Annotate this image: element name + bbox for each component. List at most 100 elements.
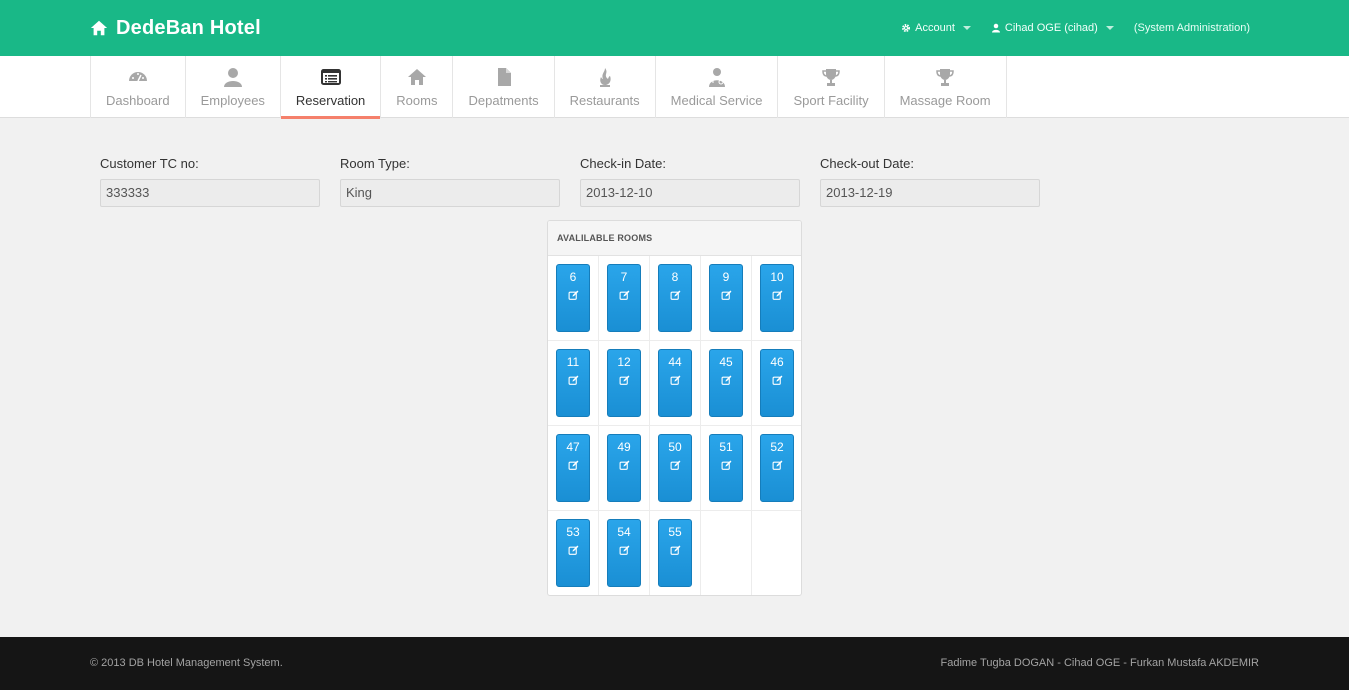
room-number: 55: [668, 525, 682, 539]
room-number: 9: [722, 270, 730, 284]
tab-label: Sport Facility: [793, 92, 869, 108]
edit-icon: [619, 290, 629, 300]
room-number: 52: [770, 440, 784, 454]
room-cell: 47: [548, 426, 599, 511]
edit-icon: [568, 375, 578, 385]
edit-icon: [619, 460, 629, 470]
edit-icon: [568, 290, 578, 300]
tab-rooms[interactable]: Rooms: [380, 56, 452, 118]
room-button[interactable]: 45: [709, 349, 743, 417]
main-menu: Dashboard Employees Reservation Rooms De…: [0, 56, 1349, 119]
room-cell: 9: [701, 256, 752, 341]
tab-label: Massage Room: [899, 92, 991, 108]
room-cell: [701, 511, 752, 595]
room-cell: 46: [752, 341, 801, 426]
edit-icon: [568, 545, 578, 555]
room-button[interactable]: 54: [607, 519, 641, 587]
account-menu[interactable]: Account: [901, 22, 971, 34]
room-button[interactable]: 12: [607, 349, 641, 417]
gear-icon: [902, 24, 911, 32]
check-out-label: Check-out Date:: [820, 156, 914, 171]
room-button[interactable]: 6: [556, 264, 590, 332]
list-icon: [320, 68, 341, 85]
room-number: 49: [617, 440, 631, 454]
customer-tc-input[interactable]: 333333: [100, 179, 320, 207]
check-in-field: Check-in Date: 2013-12-10: [580, 156, 800, 207]
customer-tc-field: Customer TC no: 333333: [100, 156, 320, 207]
home-icon: [407, 68, 426, 85]
room-button[interactable]: 9: [709, 264, 743, 332]
room-cell: 44: [650, 341, 701, 426]
room-number: 53: [566, 525, 580, 539]
user-name: Cihad OGE (cihad): [1004, 22, 1098, 34]
check-out-input[interactable]: 2013-12-19: [820, 179, 1040, 207]
room-button[interactable]: 52: [760, 434, 794, 502]
room-button[interactable]: 50: [658, 434, 692, 502]
room-type-input[interactable]: King: [340, 179, 560, 207]
room-button[interactable]: 49: [607, 434, 641, 502]
room-button[interactable]: 46: [760, 349, 794, 417]
top-navbar: DedeBan Hotel Account Cihad OGE (cihad) …: [0, 0, 1349, 56]
room-cell: [752, 511, 801, 595]
fire-icon: [599, 67, 611, 87]
room-grid: 6 7 8 9 10 11 12 44 45 46 47 49 50 51 52 53 54 55: [548, 256, 801, 595]
edit-icon: [670, 375, 680, 385]
copyright-text: © 2013 DB Hotel Management System.: [90, 657, 283, 669]
tab-employees[interactable]: Employees: [184, 56, 280, 118]
room-button[interactable]: 44: [658, 349, 692, 417]
room-number: 11: [566, 355, 580, 369]
room-cell: 45: [701, 341, 752, 426]
trophy-icon: [822, 68, 840, 86]
room-button[interactable]: 11: [556, 349, 590, 417]
room-cell: 52: [752, 426, 801, 511]
room-button[interactable]: 7: [607, 264, 641, 332]
trophy-icon: [936, 68, 954, 86]
edit-icon: [670, 545, 680, 555]
tab-reservation[interactable]: Reservation: [279, 56, 381, 119]
room-button[interactable]: 51: [709, 434, 743, 502]
room-button[interactable]: 10: [760, 264, 794, 332]
home-icon: [90, 20, 108, 36]
room-number: 44: [668, 355, 682, 369]
user-icon: [223, 67, 242, 87]
room-button[interactable]: 47: [556, 434, 590, 502]
room-button[interactable]: 53: [556, 519, 590, 587]
available-rooms-panel: AVALILABLE ROOMS 6 7 8 9 10 11 12 44 45 46 47 49 50 5…: [547, 220, 802, 596]
room-cell: 53: [548, 511, 599, 595]
file-icon: [497, 67, 511, 86]
room-cell: 55: [650, 511, 701, 595]
tab-label: Restaurants: [569, 92, 640, 108]
room-button[interactable]: 55: [658, 519, 692, 587]
room-cell: 49: [599, 426, 650, 511]
authors-text: Fadime Tugba DOGAN - Cihad OGE - Furkan …: [940, 657, 1260, 669]
brand-link[interactable]: DedeBan Hotel: [90, 16, 261, 40]
edit-icon: [670, 290, 680, 300]
room-type-label: Room Type:: [340, 156, 410, 171]
room-cell: 50: [650, 426, 701, 511]
edit-icon: [568, 460, 578, 470]
tab-massage-room[interactable]: Massage Room: [883, 56, 1007, 118]
tab-medical-service[interactable]: Medical Service: [654, 56, 778, 118]
room-number: 6: [569, 270, 577, 284]
user-menu[interactable]: Cihad OGE (cihad): [991, 22, 1114, 34]
role-label: (System Administration): [1133, 22, 1250, 34]
tab-departments[interactable]: Depatments: [452, 56, 553, 118]
doctor-icon: [708, 67, 725, 87]
edit-icon: [721, 290, 731, 300]
room-cell: 6: [548, 256, 599, 341]
panel-title: AVALILABLE ROOMS: [548, 221, 801, 256]
user-icon: [991, 23, 1000, 33]
tab-list: Dashboard Employees Reservation Rooms De…: [90, 56, 1007, 119]
app-title: DedeBan Hotel: [116, 16, 261, 39]
tab-label: Medical Service: [670, 92, 763, 108]
tab-dashboard[interactable]: Dashboard: [90, 56, 185, 118]
tab-sport-facility[interactable]: Sport Facility: [777, 56, 883, 118]
edit-icon: [772, 460, 782, 470]
room-number: 50: [668, 440, 682, 454]
room-number: 45: [719, 355, 733, 369]
room-button[interactable]: 8: [658, 264, 692, 332]
tab-restaurants[interactable]: Restaurants: [553, 56, 655, 118]
check-out-field: Check-out Date: 2013-12-19: [820, 156, 1040, 207]
tab-label: Dashboard: [106, 92, 170, 108]
check-in-input[interactable]: 2013-12-10: [580, 179, 800, 207]
